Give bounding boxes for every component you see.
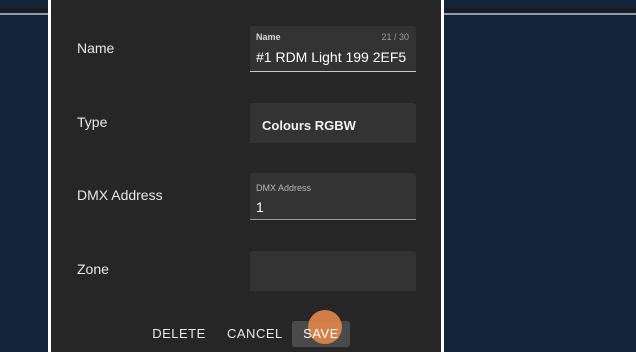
name-field-value: #1 RDM Light 199 2EF5 bbox=[256, 49, 407, 65]
save-button[interactable]: SAVE bbox=[292, 321, 350, 347]
backdrop-topbar-right bbox=[444, 8, 636, 12]
dmx-address-underline bbox=[250, 219, 416, 220]
name-field[interactable]: Name 21 / 30 #1 RDM Light 199 2EF5 bbox=[250, 26, 416, 72]
dmx-address-floating-label: DMX Address bbox=[256, 183, 312, 193]
type-label: Type bbox=[77, 114, 108, 130]
backdrop-right bbox=[444, 0, 636, 352]
save-button-label: SAVE bbox=[303, 326, 339, 341]
name-character-counter: 21 / 30 bbox=[381, 32, 409, 42]
dmx-address-label: DMX Address bbox=[77, 187, 163, 203]
name-field-floating-label: Name bbox=[256, 32, 281, 42]
zone-select[interactable] bbox=[250, 251, 416, 291]
backdrop-divider-left bbox=[0, 13, 48, 15]
backdrop-left bbox=[0, 0, 48, 352]
dmx-address-field[interactable]: DMX Address 1 bbox=[250, 173, 416, 220]
name-field-underline bbox=[250, 71, 416, 72]
delete-button[interactable]: DELETE bbox=[149, 321, 209, 347]
name-label: Name bbox=[77, 40, 115, 56]
backdrop-topbar-left bbox=[0, 8, 48, 12]
cancel-button[interactable]: CANCEL bbox=[227, 321, 282, 347]
zone-label: Zone bbox=[77, 261, 109, 277]
backdrop-divider-right bbox=[444, 13, 636, 15]
type-select-value: Colours RGBW bbox=[262, 118, 356, 133]
edit-light-dialog: Name Name 21 / 30 #1 RDM Light 199 2EF5 … bbox=[51, 0, 441, 352]
type-select[interactable]: Colours RGBW bbox=[250, 103, 416, 143]
dmx-address-value: 1 bbox=[256, 199, 264, 215]
